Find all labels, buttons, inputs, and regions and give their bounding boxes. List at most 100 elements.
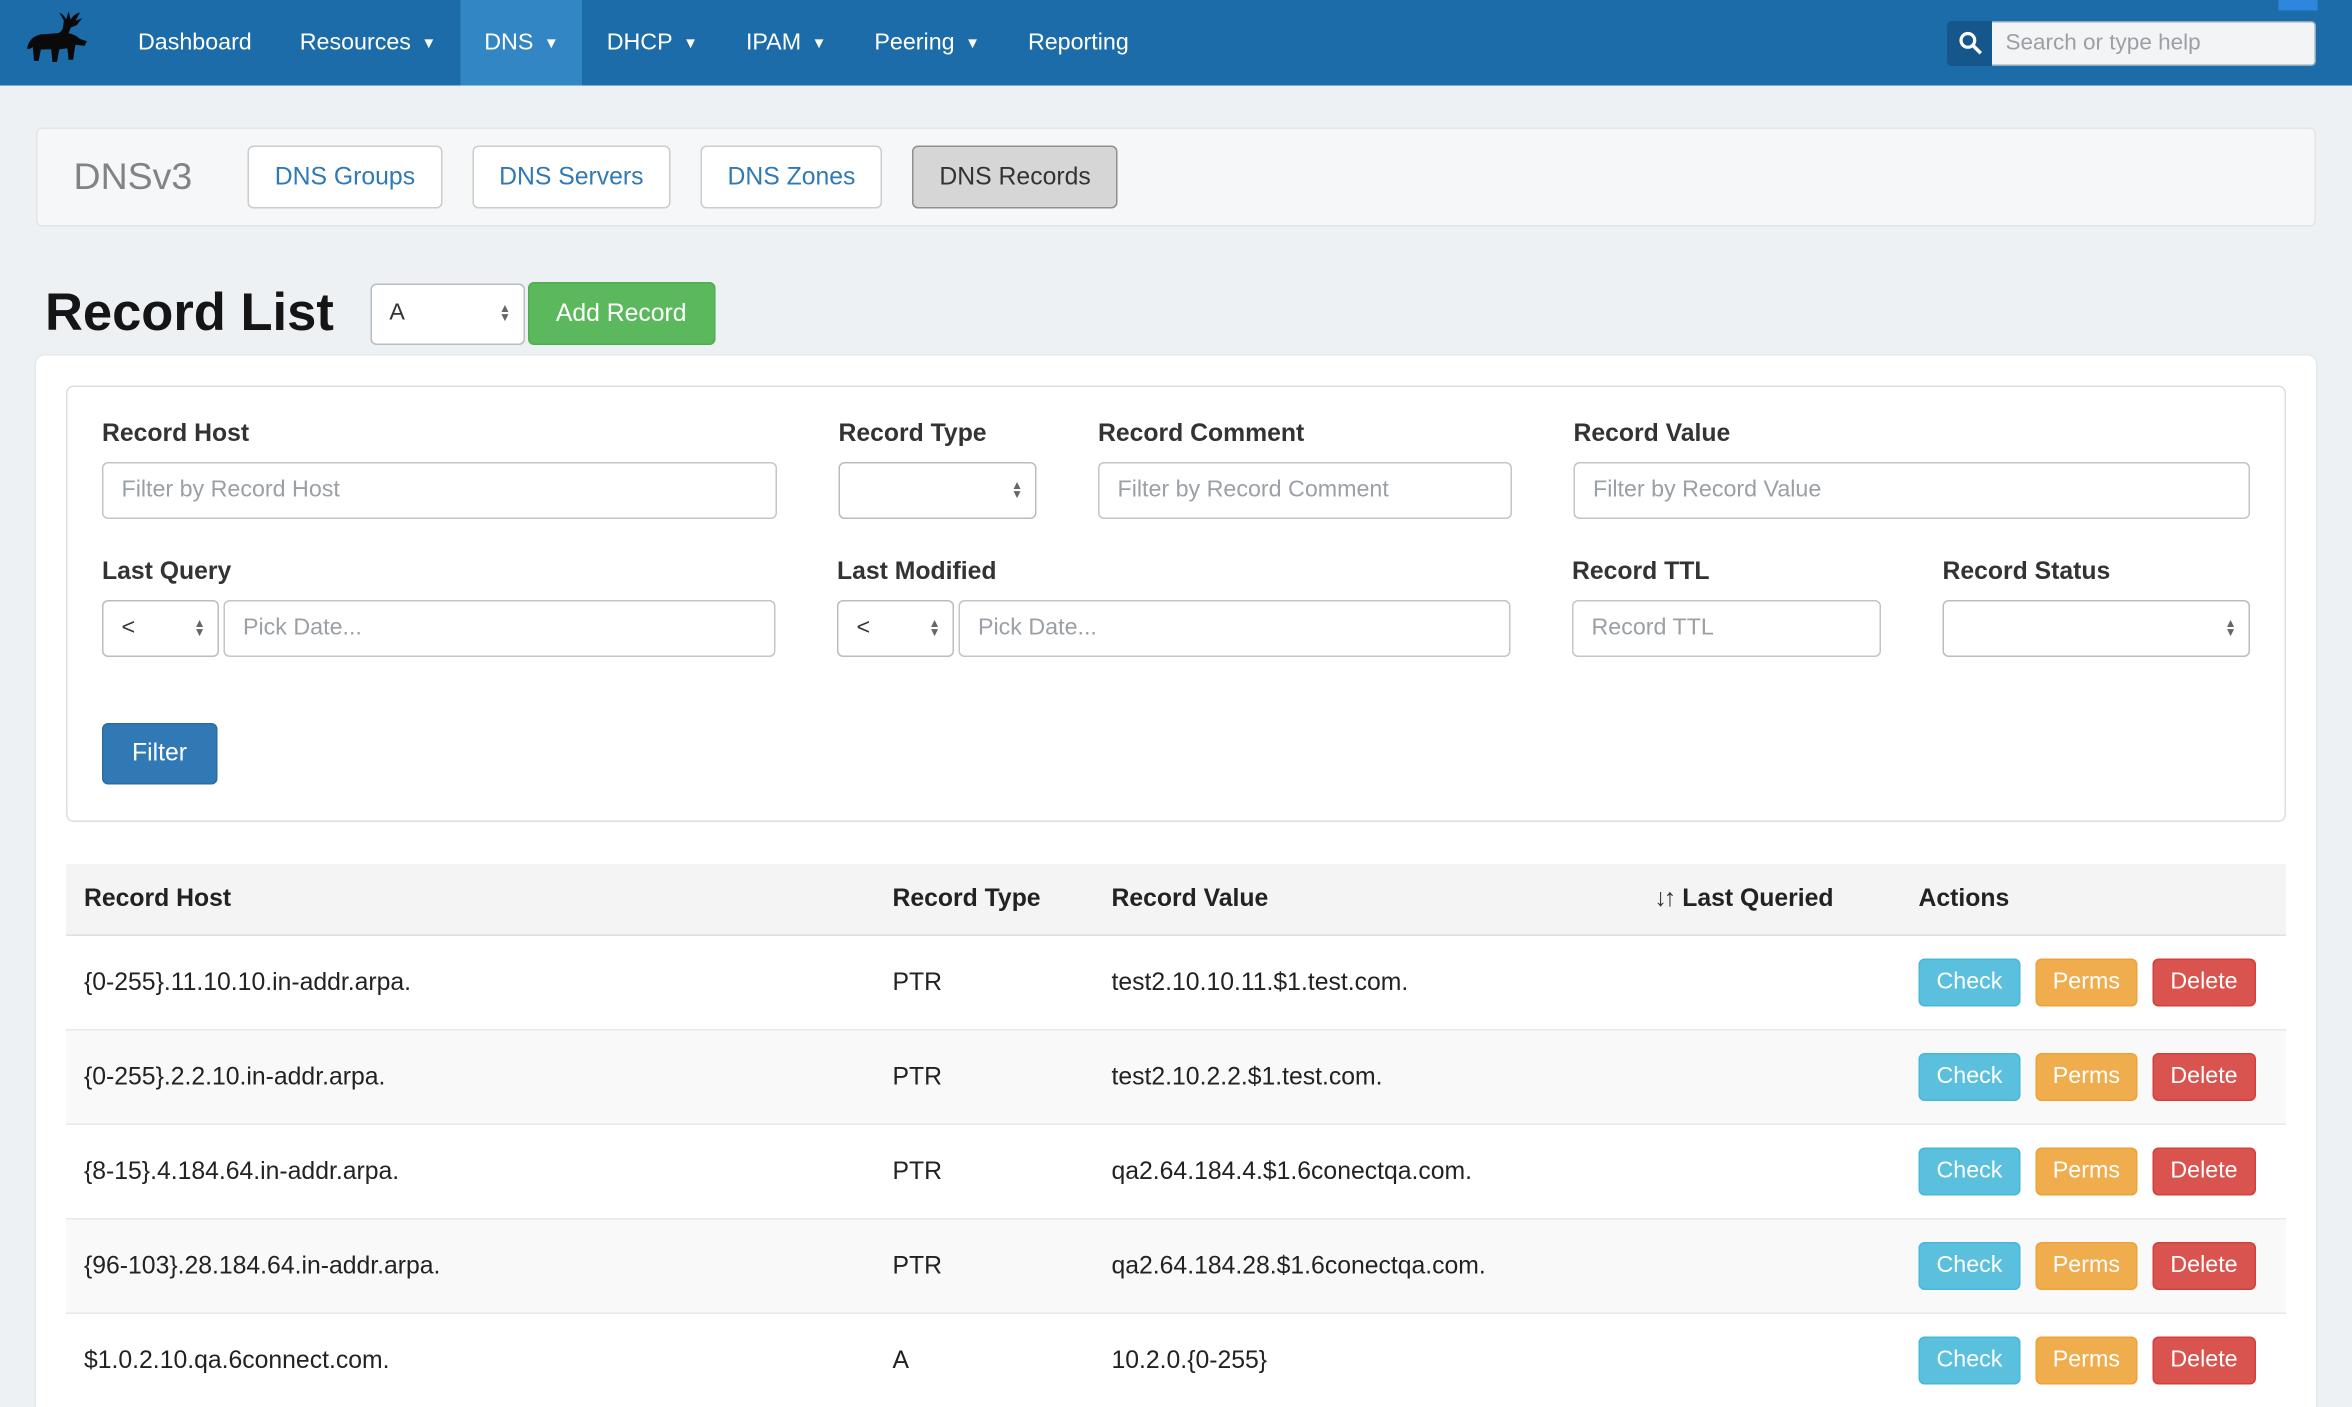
sort-icon[interactable]: ↓↑ [1655, 885, 1674, 912]
page: Dashboard Resources ▼ DNS ▼ DHCP ▼ IPAM … [0, 0, 2352, 1337]
col-header-record-host: Record Host [66, 864, 875, 935]
records-card: Record Host Record Type ▲▼ Record Commen… [36, 356, 2316, 1407]
check-button[interactable]: Check [1919, 1242, 2021, 1290]
cell-record-value: test2.10.10.11.$1.test.com. [1094, 935, 1637, 1030]
subnav-title: DNSv3 [74, 155, 193, 199]
record-type-add-select[interactable]: A ▲▼ [370, 283, 525, 345]
select-arrows-icon: ▲▼ [499, 305, 511, 323]
select-value: < [857, 615, 871, 642]
table-row: {8-15}.4.184.64.in-addr.arpa. PTR qa2.64… [66, 1124, 2286, 1219]
last-query-operator-select[interactable]: < ▲▼ [102, 600, 219, 657]
check-button[interactable]: Check [1919, 1053, 2021, 1101]
col-header-label: Last Queried [1682, 885, 1833, 912]
col-header-record-value: Record Value [1094, 864, 1637, 935]
table-row: {0-255}.2.2.10.in-addr.arpa. PTR test2.1… [66, 1030, 2286, 1125]
cell-record-host: $1.0.2.10.qa.6connect.com. [66, 1313, 875, 1407]
moose-logo-icon [23, 9, 92, 77]
filter-panel: Record Host Record Type ▲▼ Record Commen… [66, 386, 2286, 823]
clipped-ui-fragment [2279, 0, 2318, 11]
global-search [1947, 0, 2352, 86]
record-comment-filter-input[interactable] [1098, 462, 1512, 519]
cell-record-type: PTR [875, 935, 1094, 1030]
delete-button[interactable]: Delete [2152, 1053, 2255, 1101]
record-type-label: Record Type [839, 420, 1037, 449]
nav-label: Reporting [1028, 29, 1129, 56]
add-record-button[interactable]: Add Record [527, 282, 715, 345]
caret-down-icon: ▼ [683, 37, 698, 52]
cell-record-type: PTR [875, 1219, 1094, 1314]
perms-button[interactable]: Perms [2035, 1148, 2138, 1196]
nav-label: IPAM [746, 29, 801, 56]
page-title: Record List [45, 284, 334, 344]
last-query-date-input[interactable] [224, 600, 776, 657]
caret-down-icon: ▼ [421, 37, 436, 52]
filter-button[interactable]: Filter [102, 723, 217, 785]
check-button[interactable]: Check [1919, 959, 2021, 1007]
nav-item-dashboard[interactable]: Dashboard [114, 0, 276, 86]
nav-item-resources[interactable]: Resources ▼ [276, 0, 461, 86]
check-button[interactable]: Check [1919, 1337, 2021, 1385]
cell-record-value: qa2.64.184.28.$1.6conectqa.com. [1094, 1219, 1637, 1314]
cell-record-value: test2.10.2.2.$1.test.com. [1094, 1030, 1637, 1125]
perms-button[interactable]: Perms [2035, 1053, 2138, 1101]
delete-button[interactable]: Delete [2152, 959, 2255, 1007]
caret-down-icon: ▼ [965, 37, 980, 52]
tab-dns-groups[interactable]: DNS Groups [248, 146, 442, 209]
cell-last-queried [1637, 935, 1901, 1030]
record-value-filter-input[interactable] [1574, 462, 2251, 519]
cell-record-value: 10.2.0.{0-255} [1094, 1313, 1637, 1407]
col-header-last-queried: ↓↑ Last Queried [1637, 864, 1901, 935]
delete-button[interactable]: Delete [2152, 1337, 2255, 1385]
top-navbar: Dashboard Resources ▼ DNS ▼ DHCP ▼ IPAM … [0, 0, 2352, 86]
delete-button[interactable]: Delete [2152, 1148, 2255, 1196]
record-host-label: Record Host [102, 420, 777, 449]
select-arrows-icon: ▲▼ [2225, 620, 2237, 638]
cell-actions: Check Perms Delete [1901, 1313, 2287, 1407]
record-ttl-input[interactable] [1572, 600, 1881, 657]
dns-subnav: DNSv3 DNS Groups DNS Servers DNS Zones D… [36, 128, 2316, 227]
brand-logo[interactable] [0, 0, 114, 86]
search-input[interactable] [1992, 20, 2316, 65]
cell-record-host: {0-255}.2.2.10.in-addr.arpa. [66, 1030, 875, 1125]
cell-actions: Check Perms Delete [1901, 1219, 2287, 1314]
last-modified-operator-select[interactable]: < ▲▼ [837, 600, 954, 657]
nav-label: DNS [484, 29, 533, 56]
select-arrows-icon: ▲▼ [1011, 482, 1023, 500]
tab-dns-servers[interactable]: DNS Servers [472, 146, 670, 209]
cell-record-host: {0-255}.11.10.10.in-addr.arpa. [66, 935, 875, 1030]
cell-record-type: PTR [875, 1030, 1094, 1125]
last-modified-date-input[interactable] [959, 600, 1511, 657]
caret-down-icon: ▼ [812, 37, 827, 52]
cell-last-queried [1637, 1124, 1901, 1219]
record-host-filter-input[interactable] [102, 462, 777, 519]
tab-dns-records[interactable]: DNS Records [912, 146, 1117, 209]
nav-item-dhcp[interactable]: DHCP ▼ [583, 0, 722, 86]
table-row: {0-255}.11.10.10.in-addr.arpa. PTR test2… [66, 935, 2286, 1030]
perms-button[interactable]: Perms [2035, 1242, 2138, 1290]
delete-button[interactable]: Delete [2152, 1242, 2255, 1290]
nav-item-peering[interactable]: Peering ▼ [850, 0, 1004, 86]
record-value-label: Record Value [1574, 420, 2251, 449]
nav-item-reporting[interactable]: Reporting [1004, 0, 1153, 86]
perms-button[interactable]: Perms [2035, 959, 2138, 1007]
select-value: A [389, 300, 405, 327]
record-type-filter-select[interactable]: ▲▼ [839, 462, 1037, 519]
perms-button[interactable]: Perms [2035, 1337, 2138, 1385]
cell-record-host: {96-103}.28.184.64.in-addr.arpa. [66, 1219, 875, 1314]
cell-record-host: {8-15}.4.184.64.in-addr.arpa. [66, 1124, 875, 1219]
col-header-actions: Actions [1901, 864, 2287, 935]
check-button[interactable]: Check [1919, 1148, 2021, 1196]
table-row: {96-103}.28.184.64.in-addr.arpa. PTR qa2… [66, 1219, 2286, 1314]
cell-record-type: PTR [875, 1124, 1094, 1219]
nav-label: DHCP [607, 29, 673, 56]
cell-last-queried [1637, 1219, 1901, 1314]
select-arrows-icon: ▲▼ [929, 620, 941, 638]
record-status-select[interactable]: ▲▼ [1943, 600, 2251, 657]
table-header-row: Record Host Record Type Record Value ↓↑ L… [66, 864, 2286, 935]
nav-item-dns[interactable]: DNS ▼ [460, 0, 582, 86]
nav-item-ipam[interactable]: IPAM ▼ [722, 0, 850, 86]
tab-dns-zones[interactable]: DNS Zones [701, 146, 883, 209]
search-icon[interactable] [1947, 20, 1992, 65]
nav-label: Resources [300, 29, 411, 56]
col-header-record-type: Record Type [875, 864, 1094, 935]
